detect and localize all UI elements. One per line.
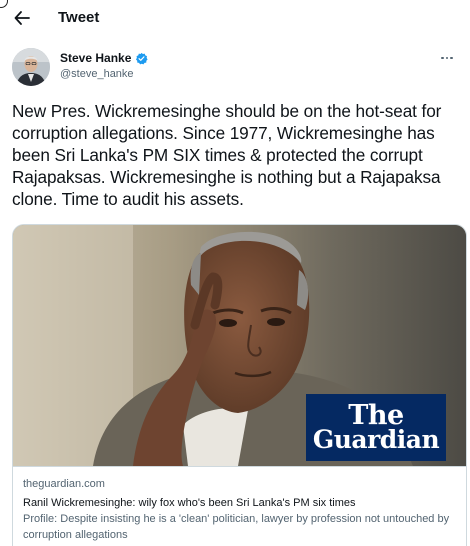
author-display-name[interactable]: Steve Hanke	[60, 51, 131, 65]
link-card-image[interactable]: The Guardian	[13, 225, 466, 466]
back-button[interactable]	[12, 8, 32, 28]
guardian-logo: The Guardian	[306, 394, 446, 461]
tweet-author: Steve Hanke @steve_hanke	[12, 48, 458, 92]
link-card-domain: theguardian.com	[23, 478, 105, 490]
arrow-left-icon	[14, 11, 30, 25]
more-options-icon[interactable]	[438, 51, 456, 65]
author-handle[interactable]: @steve_hanke	[60, 68, 134, 80]
link-card-title: Ranil Wickremesinghe: wily fox who's bee…	[23, 497, 356, 509]
logo-line-2: Guardian	[312, 424, 440, 454]
author-name-row: Steve Hanke	[60, 51, 148, 65]
tweet-header: Tweet	[0, 0, 470, 38]
tweet-text: New Pres. Wickremesinghe should be on th…	[12, 101, 442, 209]
link-card-description: Profile: Despite insisting he is a 'clea…	[23, 513, 450, 541]
link-card[interactable]: The Guardian theguardian.com Ranil Wickr…	[12, 224, 467, 546]
page-title: Tweet	[58, 9, 100, 26]
verified-badge-icon	[136, 52, 148, 64]
avatar[interactable]	[12, 48, 50, 86]
link-card-meta[interactable]: theguardian.com Ranil Wickremesinghe: wi…	[13, 466, 466, 546]
